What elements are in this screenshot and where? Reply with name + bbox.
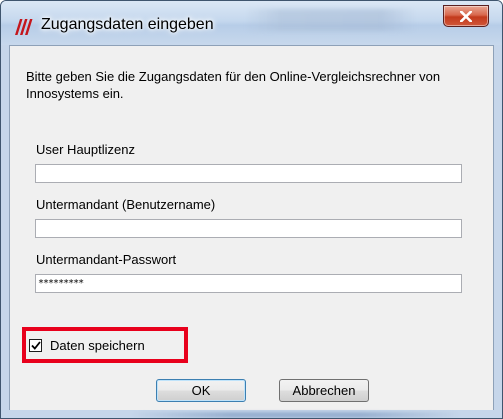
submandant-password-input[interactable]: ********* [35, 274, 462, 293]
save-data-label: Daten speichern [50, 337, 145, 353]
submandant-username-label: Untermandant (Benutzername) [36, 197, 216, 212]
save-data-checkbox-row[interactable]: Daten speichern [29, 335, 145, 355]
title-bar-background-blur [246, 9, 416, 31]
cancel-button[interactable]: Abbrechen [279, 379, 369, 402]
checkmark-icon [30, 340, 41, 350]
bottom-background-blur [131, 412, 461, 418]
instruction-text: Bitte geben Sie die Zugangsdaten für den… [26, 69, 441, 101]
user-license-label: User Hauptlizenz [36, 142, 135, 157]
close-button[interactable] [443, 5, 489, 27]
ok-button[interactable]: OK [156, 379, 246, 402]
save-data-checkbox[interactable] [29, 338, 42, 352]
user-license-input[interactable] [35, 164, 462, 183]
dialog-body: Bitte geben Sie die Zugangsdaten für den… [9, 45, 494, 412]
dialog-window: Zugangsdaten eingeben Bitte geben Sie di… [0, 0, 503, 419]
innosystems-logo-icon [15, 19, 33, 35]
close-icon [460, 10, 472, 22]
window-title: Zugangsdaten eingeben [41, 16, 214, 33]
title-bar[interactable]: Zugangsdaten eingeben [1, 1, 502, 45]
submandant-username-input[interactable] [35, 219, 462, 238]
submandant-password-label: Untermandant-Passwort [36, 252, 177, 267]
